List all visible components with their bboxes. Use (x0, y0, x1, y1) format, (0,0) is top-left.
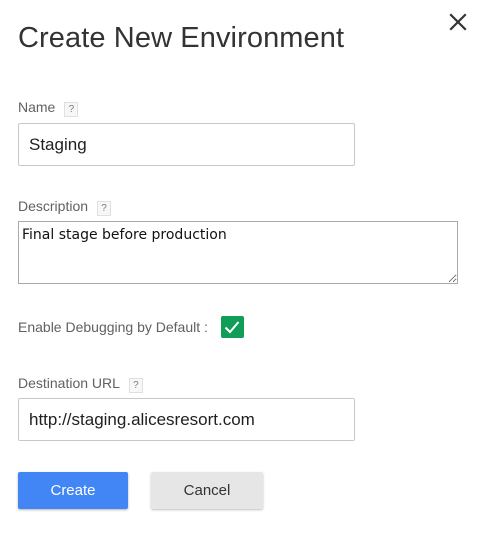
name-input[interactable] (18, 123, 355, 166)
description-textarea[interactable]: Final stage before production (18, 221, 458, 284)
description-label: Description (18, 198, 89, 214)
help-icon[interactable]: ? (128, 377, 143, 393)
check-icon (225, 321, 240, 334)
create-environment-dialog: Create New Environment Name ? Descriptio… (0, 0, 480, 533)
create-button[interactable]: Create (18, 472, 128, 509)
debugging-row: Enable Debugging by Default : (18, 314, 244, 340)
help-icon[interactable]: ? (64, 101, 79, 117)
name-label: Name (18, 99, 56, 115)
debugging-checkbox[interactable] (220, 316, 244, 338)
close-button[interactable] (444, 8, 472, 36)
name-label-row: Name ? (18, 99, 79, 117)
cancel-button[interactable]: Cancel (151, 472, 263, 509)
destination-url-input[interactable] (18, 398, 355, 441)
debugging-label: Enable Debugging by Default : (18, 319, 208, 335)
destination-url-label-row: Destination URL ? (18, 375, 143, 393)
destination-url-label: Destination URL (18, 375, 120, 391)
close-icon (449, 13, 467, 31)
help-icon[interactable]: ? (97, 200, 112, 216)
description-label-row: Description ? (18, 198, 112, 216)
dialog-title: Create New Environment (18, 22, 345, 54)
